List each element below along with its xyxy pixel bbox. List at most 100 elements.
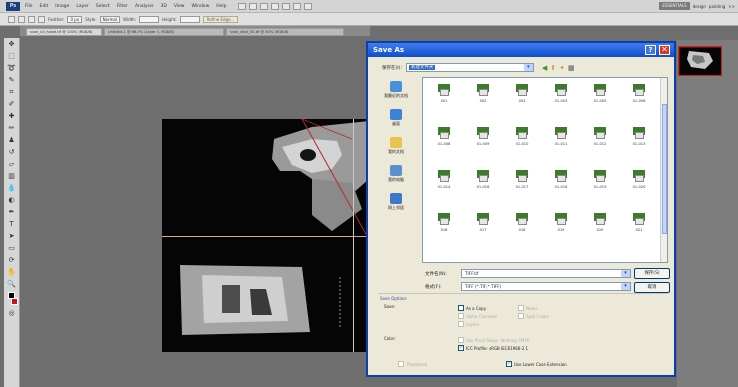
place-network[interactable]: 网上邻居 — [388, 193, 404, 211]
save-in-select[interactable]: 新建文件夹 ▾ — [405, 63, 534, 72]
feather-input[interactable]: 0 px — [67, 15, 83, 23]
clone-stamp-tool-icon[interactable]: ♟ — [7, 136, 16, 144]
quick-select-tool-icon[interactable]: ✎ — [7, 76, 16, 84]
ct-axial-view[interactable] — [162, 119, 369, 236]
file-item[interactable]: 01-012 — [585, 126, 615, 156]
file-item[interactable]: 019 — [546, 212, 576, 242]
shape-tool-icon[interactable]: ▭ — [7, 244, 16, 252]
3d-rotate-tool-icon[interactable]: ⟳ — [7, 256, 16, 264]
lower-case-extension-option[interactable]: ✓ Use Lower Case Extension — [506, 361, 567, 367]
new-selection-icon[interactable] — [18, 15, 25, 23]
doc-tab-1[interactable]: scan_v3_fused.tif @ 100% (RGB/8) — [26, 28, 102, 36]
zoom-level-icon[interactable] — [270, 2, 279, 10]
file-list[interactable]: 001 002 003 01-003 01-005 01-006 01-008 01-009 0… — [422, 77, 668, 263]
close-button[interactable]: ✕ — [659, 45, 670, 55]
back-icon[interactable]: ◀ — [542, 64, 547, 72]
background-color-swatch[interactable] — [10, 298, 18, 305]
screen-mode-icon[interactable] — [303, 2, 312, 10]
zoom-tool-icon[interactable]: 🔍 — [7, 280, 16, 288]
file-item[interactable]: 01-010 — [507, 126, 537, 156]
tool-preset-picker[interactable] — [8, 15, 15, 23]
file-item[interactable]: 01-006 — [624, 83, 654, 113]
filename-input[interactable]: TIFF.tif ▾ — [461, 269, 631, 278]
history-brush-tool-icon[interactable]: ↺ — [7, 148, 16, 156]
doc-tab-2[interactable]: Untitled-1 @ 66.7% (Layer 1, RGB/8) — [104, 28, 224, 36]
crop-tool-icon[interactable]: ⌗ — [7, 88, 16, 96]
file-item[interactable]: 01-017 — [507, 169, 537, 199]
hand-tool-icon[interactable] — [281, 2, 290, 10]
menu-image[interactable]: Image — [53, 4, 71, 9]
file-item[interactable]: 01-014 — [429, 169, 459, 199]
format-select[interactable]: TIFF (*.TIF;*.TIFF) ▾ — [461, 282, 631, 291]
menu-analysis[interactable]: Analysis — [133, 4, 156, 9]
file-item[interactable]: 002 — [468, 83, 498, 113]
file-item[interactable]: 018 — [507, 212, 537, 242]
navigator-thumbnail[interactable] — [678, 46, 722, 76]
menu-filter[interactable]: Filter — [115, 4, 130, 9]
style-select[interactable]: Normal — [99, 15, 121, 23]
place-my-documents[interactable]: 我的文档 — [388, 137, 404, 155]
move-tool-icon[interactable]: ✥ — [7, 40, 16, 48]
file-item[interactable]: 001 — [429, 83, 459, 113]
view-menu-icon[interactable]: ▦ — [568, 64, 575, 72]
width-input[interactable] — [139, 15, 160, 23]
file-item[interactable]: 01-008 — [429, 126, 459, 156]
new-folder-icon[interactable]: ✦ — [559, 64, 565, 72]
blur-tool-icon[interactable]: 💧 — [7, 184, 16, 192]
file-item[interactable]: 01-013 — [624, 126, 654, 156]
eyedropper-tool-icon[interactable]: ✐ — [7, 100, 16, 108]
lower-case-extension-checkbox[interactable]: ✓ — [506, 361, 512, 367]
icc-profile-checkbox[interactable]: ✓ — [458, 345, 464, 351]
file-item[interactable]: 01-016 — [468, 169, 498, 199]
launch-minibridge-icon[interactable] — [248, 2, 257, 10]
marquee-tool-icon[interactable]: ⬚ — [7, 52, 16, 60]
help-button[interactable]: ? — [645, 45, 656, 55]
subtract-selection-icon[interactable] — [38, 15, 45, 23]
file-item[interactable]: 016 — [429, 212, 459, 242]
workspace-essentials-button[interactable]: ESSENTIALS — [659, 2, 690, 10]
menu-help[interactable]: Help — [214, 4, 228, 9]
up-folder-icon[interactable]: ⬆ — [550, 64, 556, 72]
file-item[interactable]: 003 — [507, 83, 537, 113]
hand-tool-icon[interactable]: ✋ — [7, 268, 16, 276]
healing-tool-icon[interactable]: ✚ — [7, 112, 16, 120]
file-item[interactable]: 01-019 — [585, 169, 615, 199]
menu-view[interactable]: View — [172, 4, 187, 9]
menu-edit[interactable]: Edit — [38, 4, 51, 9]
extras-icon[interactable] — [259, 2, 268, 10]
doc-tab-3[interactable]: scan_slice_02.tif @ 50% (RGB/8) — [226, 28, 344, 36]
place-my-computer[interactable]: 我的电脑 — [388, 165, 404, 183]
file-item[interactable]: 01-018 — [546, 169, 576, 199]
file-item[interactable]: 017 — [468, 212, 498, 242]
refine-edge-button[interactable]: Refine Edge... — [202, 15, 239, 23]
type-tool-icon[interactable]: T — [7, 220, 16, 228]
file-item[interactable]: 021 — [624, 212, 654, 242]
file-item[interactable]: 01-005 — [585, 83, 615, 113]
menu-file[interactable]: File — [23, 4, 35, 9]
dodge-tool-icon[interactable]: ◐ — [7, 196, 16, 204]
pen-tool-icon[interactable]: ✒ — [7, 208, 16, 216]
workspace-more-link[interactable]: >> — [728, 4, 735, 9]
lasso-tool-icon[interactable]: ➰ — [7, 64, 16, 72]
as-a-copy-option[interactable]: As a Copy — [458, 305, 486, 311]
file-list-scrollbar[interactable] — [660, 78, 667, 262]
icc-profile-option[interactable]: ✓ ICC Profile: sRGB IEC61966-2.1 — [458, 345, 528, 351]
quick-mask-icon[interactable]: ◎ — [7, 309, 16, 317]
file-item[interactable]: 020 — [585, 212, 615, 242]
launch-bridge-icon[interactable] — [237, 2, 246, 10]
file-item[interactable]: 01-009 — [468, 126, 498, 156]
path-selection-tool-icon[interactable]: ➤ — [7, 232, 16, 240]
file-item[interactable]: 01-020 — [624, 169, 654, 199]
ct-sagittal-view[interactable] — [162, 237, 369, 352]
height-input[interactable] — [179, 15, 200, 23]
eraser-tool-icon[interactable]: ▱ — [7, 160, 16, 168]
scrollbar-thumb[interactable] — [662, 104, 667, 234]
place-recent[interactable]: 我最近的文档 — [384, 81, 408, 99]
save-button[interactable]: 保存(S) — [634, 268, 670, 279]
cancel-button[interactable]: 取消 — [634, 282, 670, 293]
file-item[interactable]: 01-011 — [546, 126, 576, 156]
brush-tool-icon[interactable]: ✏ — [7, 124, 16, 132]
arrange-documents-icon[interactable] — [292, 2, 301, 10]
place-desktop[interactable]: 桌面 — [390, 109, 402, 127]
menu-3d[interactable]: 3D — [158, 4, 168, 9]
